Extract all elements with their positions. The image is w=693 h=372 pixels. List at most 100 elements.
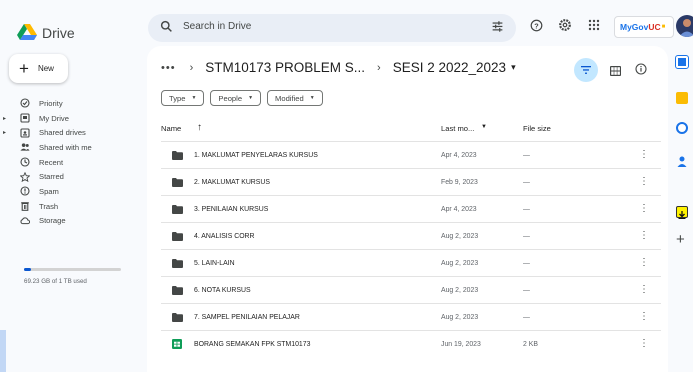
new-button-label: New: [37, 64, 54, 73]
organization-badge[interactable]: MyGov UC ■: [614, 16, 674, 38]
drive-logo[interactable]: [17, 24, 37, 41]
more-options-icon[interactable]: ⋮: [639, 149, 649, 160]
file-size: —: [523, 314, 530, 321]
file-name[interactable]: 3. PENILAIAN KURSUS: [194, 206, 268, 213]
file-size: 2 KB: [523, 341, 538, 348]
more-options-icon[interactable]: ⋮: [639, 176, 649, 187]
file-modified: Aug 2, 2023: [441, 314, 479, 321]
column-header-name[interactable]: Name: [161, 124, 181, 133]
sidebar-item-starred[interactable]: Starred: [0, 169, 140, 184]
sidebar-item-label: Trash: [39, 201, 59, 211]
expand-caret-icon[interactable]: ▸: [3, 115, 6, 122]
shared-with-me-icon: [20, 142, 30, 152]
folder-icon: [172, 178, 183, 187]
star-icon: [20, 171, 30, 182]
file-modified: Jun 19, 2023: [441, 341, 481, 348]
file-size: —: [523, 179, 530, 186]
table-header: Name ↑ Last mo... ▼ File size: [161, 122, 661, 136]
folder-icon: [172, 205, 183, 214]
table-row[interactable]: 2. MAKLUMAT KURSUS Feb 9, 2023 — ⋮: [161, 168, 661, 195]
settings-gear-icon[interactable]: [557, 17, 573, 33]
more-options-icon[interactable]: ⋮: [639, 284, 649, 295]
caret-down-icon[interactable]: ▾: [511, 62, 516, 73]
table-row[interactable]: 7. SAMPEL PENILAIAN PELAJAR Aug 2, 2023 …: [161, 303, 661, 330]
storage-progress-bar: [24, 268, 121, 271]
file-size: —: [523, 233, 530, 240]
file-name[interactable]: 4. ANALISIS CORR: [194, 233, 255, 240]
tasks-icon[interactable]: [676, 122, 688, 134]
new-button[interactable]: + New: [9, 54, 68, 83]
expand-caret-icon[interactable]: ▸: [3, 129, 6, 136]
sidebar-item-shared-drives[interactable]: ▸ Shared drives: [0, 125, 140, 140]
filter-chip-modified[interactable]: Modified ▼: [267, 90, 323, 106]
help-icon[interactable]: ?: [528, 17, 544, 33]
sidebar-item-spam[interactable]: Spam: [0, 184, 140, 199]
column-header-modified[interactable]: Last mo...: [441, 124, 474, 133]
folder-icon: [172, 259, 183, 268]
sidebar-item-recent[interactable]: Recent: [0, 155, 140, 170]
more-options-icon[interactable]: ⋮: [639, 311, 649, 322]
table-row[interactable]: 6. NOTA KURSUS Aug 2, 2023 — ⋮: [161, 276, 661, 303]
filter-chip-people[interactable]: People ▼: [210, 90, 262, 106]
breadcrumb: ••• › STM10173 PROBLEM S... › SESI 2 202…: [161, 60, 516, 75]
file-modified: Aug 2, 2023: [441, 287, 479, 294]
file-name[interactable]: 5. LAIN-LAIN: [194, 260, 235, 267]
breadcrumb-current-folder[interactable]: SESI 2 2022_2023: [393, 60, 506, 75]
column-header-size[interactable]: File size: [523, 124, 551, 133]
caret-down-icon[interactable]: ▼: [481, 124, 487, 130]
file-list: 1. MAKLUMAT PENYELARAS KURSUS Apr 4, 202…: [161, 141, 661, 357]
table-row[interactable]: 5. LAIN-LAIN Aug 2, 2023 — ⋮: [161, 249, 661, 276]
table-row[interactable]: 4. ANALISIS CORR Aug 2, 2023 — ⋮: [161, 222, 661, 249]
contacts-icon[interactable]: [676, 154, 688, 167]
caret-down-icon: ▼: [248, 95, 254, 101]
sidebar-item-label: Spam: [39, 186, 59, 196]
sidebar-item-label: My Drive: [39, 113, 69, 123]
grid-view-icon[interactable]: [610, 63, 621, 81]
search-bar[interactable]: Search in Drive: [148, 14, 516, 42]
search-input[interactable]: Search in Drive: [183, 21, 251, 32]
apps-grid-icon[interactable]: [586, 17, 602, 33]
add-addon-plus-icon[interactable]: +: [676, 232, 685, 247]
file-name[interactable]: 1. MAKLUMAT PENYELARAS KURSUS: [194, 152, 318, 159]
download-extension-icon[interactable]: [676, 206, 688, 219]
file-size: —: [523, 287, 530, 294]
breadcrumb-parent[interactable]: STM10173 PROBLEM S...: [205, 60, 365, 75]
breadcrumb-overflow-button[interactable]: •••: [161, 62, 176, 74]
keep-icon[interactable]: [676, 92, 688, 104]
file-name[interactable]: 6. NOTA KURSUS: [194, 287, 251, 294]
file-name[interactable]: 2. MAKLUMAT KURSUS: [194, 179, 270, 186]
more-options-icon[interactable]: ⋮: [639, 257, 649, 268]
search-options-icon[interactable]: [491, 20, 504, 38]
sidebar-item-label: Starred: [39, 172, 64, 182]
info-icon[interactable]: [635, 62, 647, 80]
more-options-icon[interactable]: ⋮: [639, 338, 649, 349]
more-options-icon[interactable]: ⋮: [639, 230, 649, 241]
file-modified: Aug 2, 2023: [441, 233, 479, 240]
sidebar-item-storage[interactable]: Storage: [0, 214, 140, 229]
chevron-right-icon: ›: [377, 61, 381, 74]
file-name[interactable]: BORANG SEMAKAN FPK STM10173: [194, 341, 310, 348]
sidebar-item-shared-with-me[interactable]: Shared with me: [0, 140, 140, 155]
sidebar-item-label: Shared with me: [39, 142, 92, 152]
file-name[interactable]: 7. SAMPEL PENILAIAN PELAJAR: [194, 314, 300, 321]
sidebar-item-trash[interactable]: Trash: [0, 199, 140, 214]
caret-down-icon: ▼: [309, 95, 315, 101]
sidebar-item-label: Priority: [39, 98, 63, 108]
filter-icon: [581, 66, 591, 74]
table-row[interactable]: 3. PENILAIAN KURSUS Apr 4, 2023 — ⋮: [161, 195, 661, 222]
table-row[interactable]: 1. MAKLUMAT PENYELARAS KURSUS Apr 4, 202…: [161, 141, 661, 168]
filter-chip-type[interactable]: Type ▼: [161, 90, 205, 106]
sidebar-item-my-drive[interactable]: ▸ My Drive: [0, 111, 140, 126]
table-row[interactable]: BORANG SEMAKAN FPK STM10173 Jun 19, 2023…: [161, 330, 661, 357]
app-title: Drive: [42, 25, 75, 41]
account-avatar[interactable]: [676, 15, 693, 37]
sort-arrow-up-icon[interactable]: ↑: [197, 122, 202, 133]
sidebar-item-priority[interactable]: Priority: [0, 96, 140, 111]
org-badge-text-b: UC: [648, 22, 661, 32]
filter-toggle-button[interactable]: [574, 58, 598, 82]
calendar-icon[interactable]: [675, 55, 689, 69]
my-drive-icon: [20, 113, 30, 123]
org-badge-text-a: MyGov: [620, 22, 649, 32]
folder-icon: [172, 151, 183, 160]
more-options-icon[interactable]: ⋮: [639, 203, 649, 214]
